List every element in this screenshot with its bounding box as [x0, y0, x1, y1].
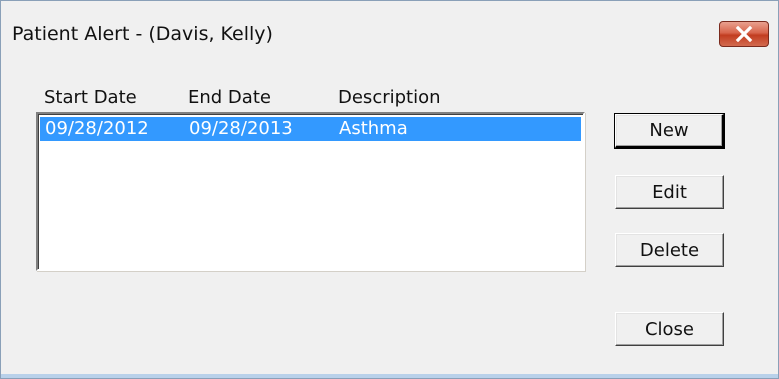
- alerts-listbox[interactable]: 09/28/2012 09/28/2013 Asthma: [36, 112, 585, 271]
- list-item[interactable]: 09/28/2012 09/28/2013 Asthma: [40, 117, 581, 141]
- close-icon: [735, 26, 753, 42]
- edit-button[interactable]: Edit: [615, 175, 724, 209]
- window-title: Patient Alert - (Davis, Kelly): [12, 23, 273, 45]
- title-bar: Patient Alert - (Davis, Kelly): [1, 1, 778, 67]
- row-start-date: 09/28/2012: [45, 118, 149, 139]
- patient-alert-dialog: Patient Alert - (Davis, Kelly) Start Dat…: [0, 0, 779, 379]
- close-button[interactable]: Close: [615, 312, 724, 346]
- column-header-end-date: End Date: [188, 87, 271, 108]
- delete-button[interactable]: Delete: [615, 233, 724, 267]
- window-close-button[interactable]: [719, 21, 769, 47]
- row-description: Asthma: [339, 118, 408, 139]
- window-bottom-border: [1, 374, 778, 378]
- row-end-date: 09/28/2013: [189, 118, 293, 139]
- column-header-description: Description: [338, 87, 441, 108]
- column-header-start-date: Start Date: [44, 87, 137, 108]
- new-button[interactable]: New: [614, 113, 725, 149]
